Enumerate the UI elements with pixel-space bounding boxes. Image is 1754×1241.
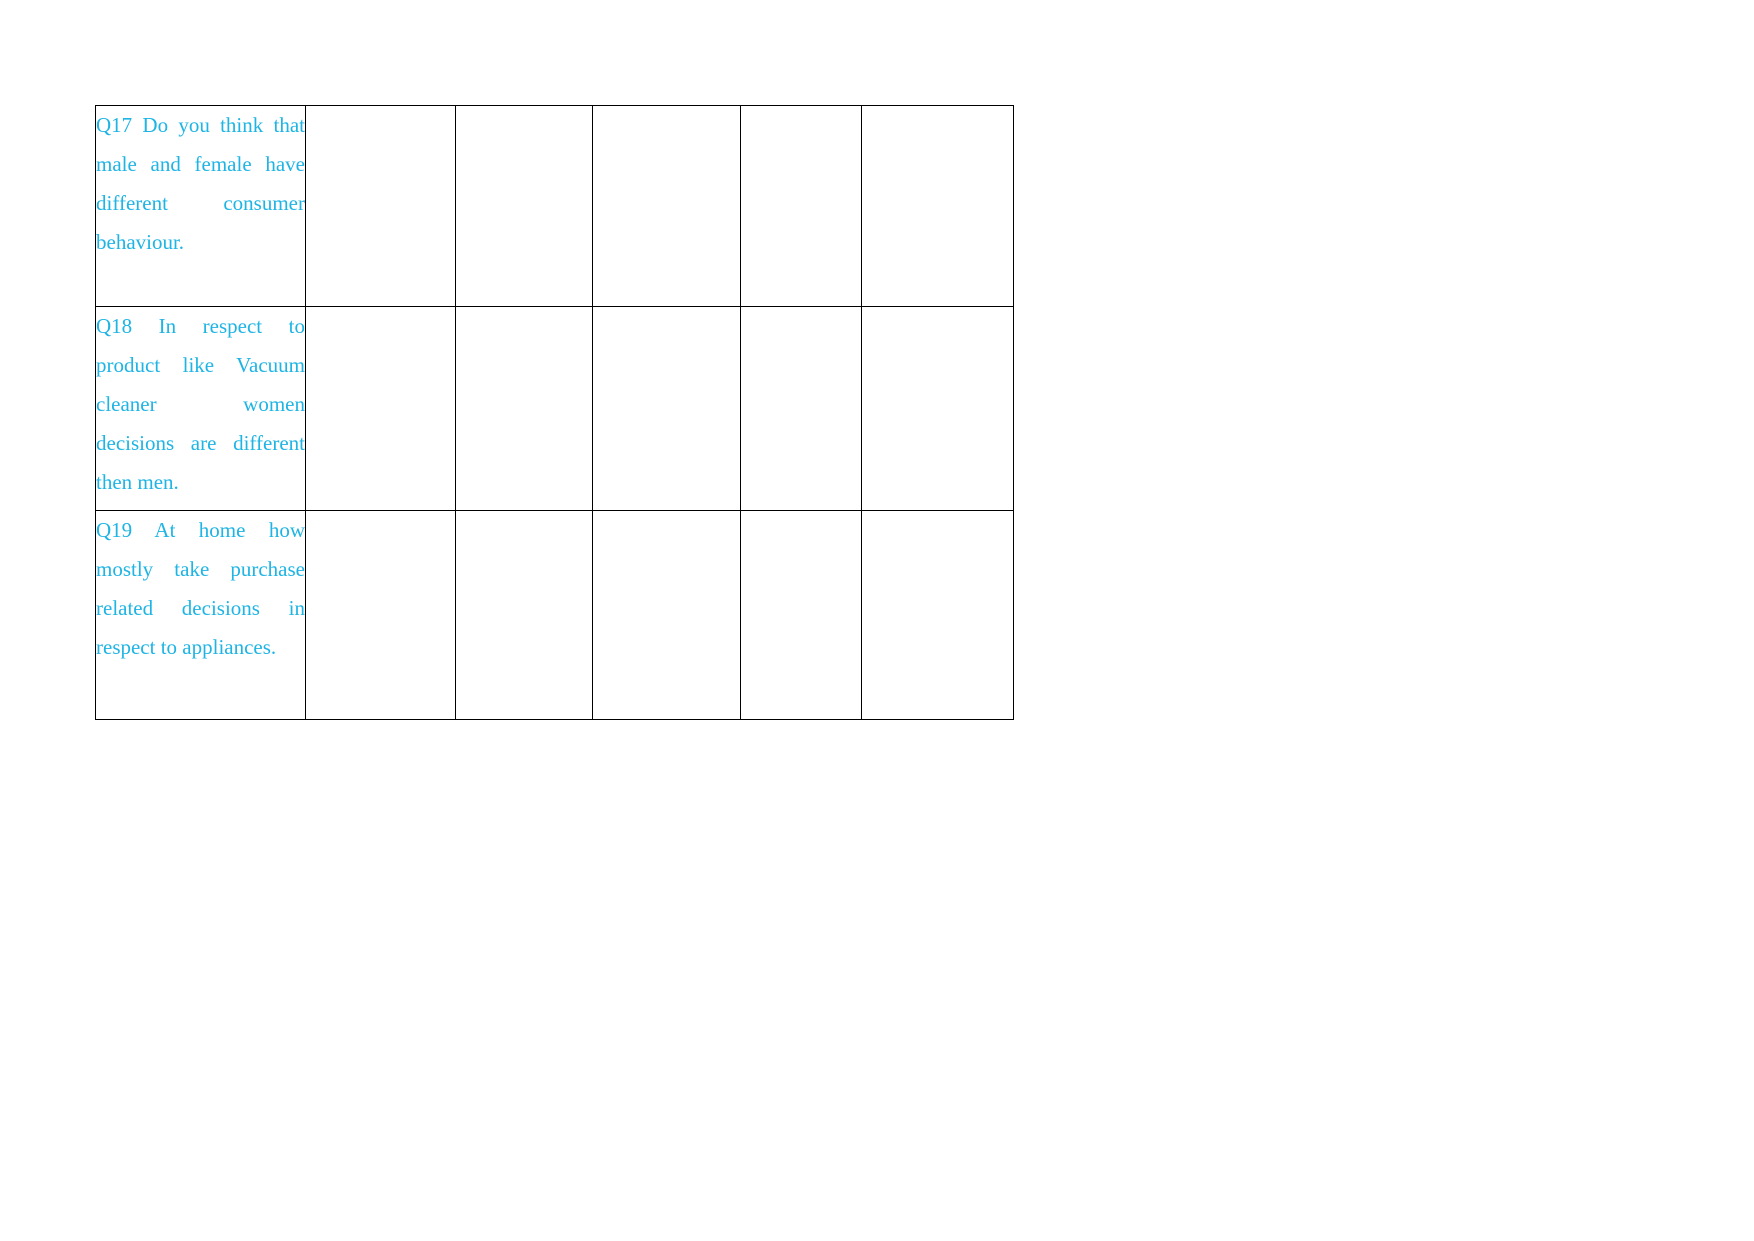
answer-cell-q18-1[interactable] [305, 306, 456, 511]
questionnaire-table-wrapper: Q17 Do you think that male and female ha… [95, 105, 1014, 720]
answer-cell-q17-2[interactable] [455, 105, 593, 307]
answer-cell-q17-5[interactable] [861, 105, 1014, 307]
question-text-q18: Q18 In respect to product like Vacuum cl… [96, 314, 305, 494]
answer-cell-q19-5[interactable] [861, 510, 1014, 720]
answer-cell-q18-3[interactable] [592, 306, 741, 511]
table-row: Q19 At home how mostly take purchase rel… [95, 510, 1014, 720]
answer-cell-q19-2[interactable] [455, 510, 593, 720]
answer-cell-q18-2[interactable] [455, 306, 593, 511]
question-cell-q18: Q18 In respect to product like Vacuum cl… [95, 306, 306, 511]
answer-cell-q17-1[interactable] [305, 105, 456, 307]
question-text-q19: Q19 At home how mostly take purchase rel… [96, 518, 305, 659]
question-cell-q19: Q19 At home how mostly take purchase rel… [95, 510, 306, 720]
answer-cell-q17-3[interactable] [592, 105, 741, 307]
question-text-q17: Q17 Do you think that male and female ha… [96, 113, 305, 254]
answer-cell-q19-4[interactable] [740, 510, 862, 720]
answer-cell-q18-5[interactable] [861, 306, 1014, 511]
document-page: Q17 Do you think that male and female ha… [0, 0, 1754, 1241]
table-row: Q18 In respect to product like Vacuum cl… [95, 306, 1014, 511]
answer-cell-q17-4[interactable] [740, 105, 862, 307]
question-cell-q17: Q17 Do you think that male and female ha… [95, 105, 306, 307]
table-row: Q17 Do you think that male and female ha… [95, 105, 1014, 307]
answer-cell-q19-1[interactable] [305, 510, 456, 720]
questionnaire-table: Q17 Do you think that male and female ha… [95, 105, 1014, 720]
answer-cell-q19-3[interactable] [592, 510, 741, 720]
answer-cell-q18-4[interactable] [740, 306, 862, 511]
